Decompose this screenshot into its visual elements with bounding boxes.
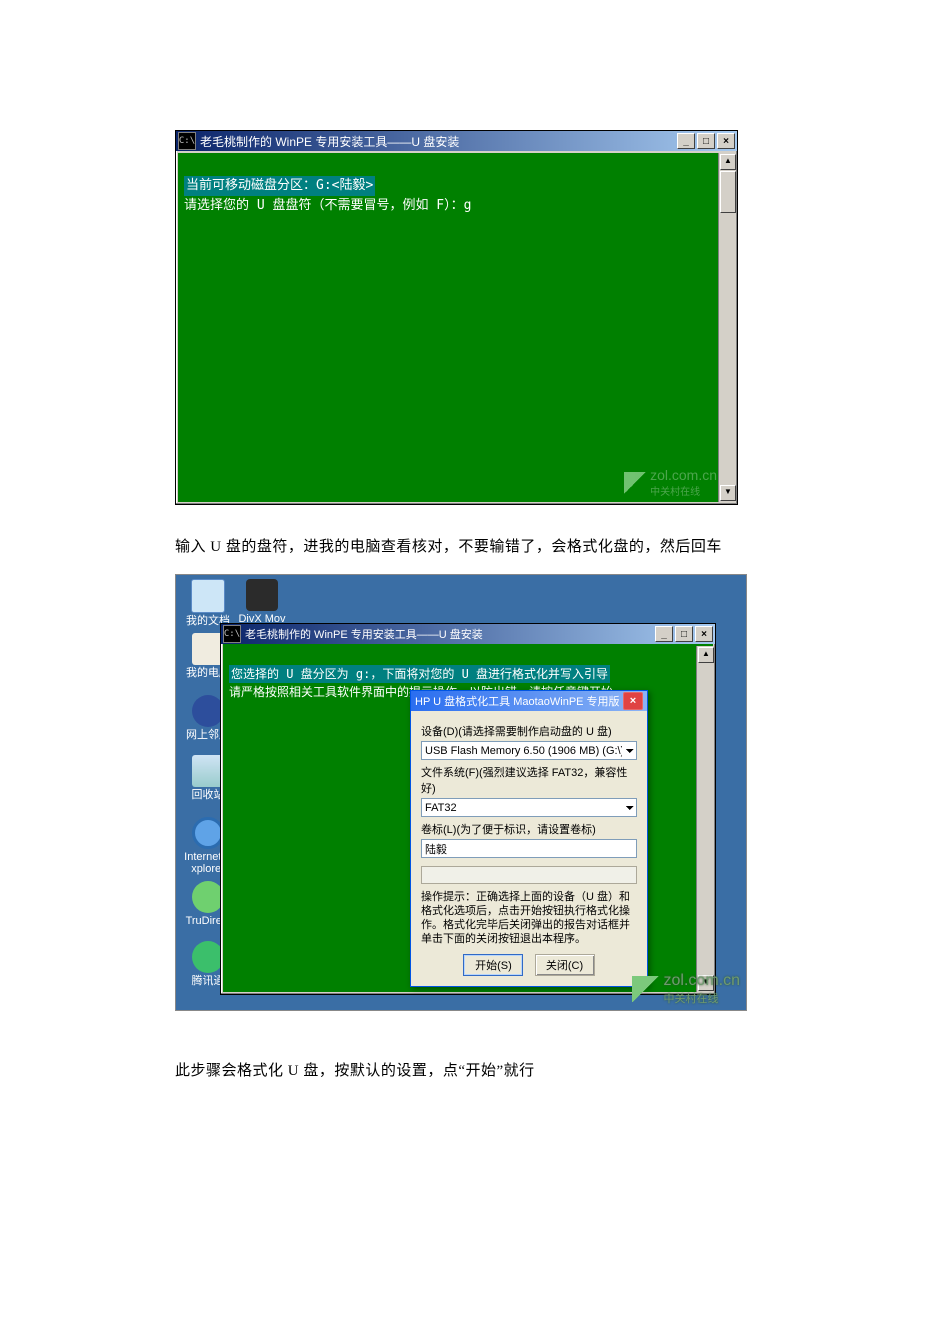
watermark-text: zol.com.cn	[650, 467, 717, 483]
watermark-subtext: 中关村在线	[664, 990, 740, 1006]
dialog-close-button[interactable]: ×	[623, 692, 643, 710]
folder-icon	[191, 579, 225, 613]
console-line: 请选择您的 U 盘盘符（不需要冒号，例如 F）：g	[184, 198, 471, 213]
maximize-button[interactable]: □	[697, 133, 715, 149]
console-output-1: 当前可移动磁盘分区：G:<陆毅> 请选择您的 U 盘盘符（不需要冒号，例如 F）…	[178, 153, 735, 502]
dialog-titlebar[interactable]: HP U 盘格式化工具 MaotaoWinPE 专用版 ×	[411, 691, 647, 711]
watermark-text: zol.com.cn	[664, 972, 740, 989]
format-dialog: HP U 盘格式化工具 MaotaoWinPE 专用版 × 设备(D)(请选择需…	[410, 690, 648, 987]
caption-1: 输入 U 盘的盘符，进我的电脑查看核对，不要输错了，会格式化盘的，然后回车	[175, 535, 770, 556]
window-title-1: 老毛桃制作的 WinPE 专用安装工具——U 盘安装	[200, 133, 675, 150]
maximize-button[interactable]: □	[675, 626, 693, 642]
volume-label-label: 卷标(L)(为了便于标识，请设置卷标)	[421, 821, 637, 837]
cmd-icon: C:\	[223, 625, 241, 643]
close-button[interactable]: ×	[717, 133, 735, 149]
zol-logo-icon	[624, 472, 646, 494]
volume-label-input[interactable]	[421, 839, 637, 858]
minimize-button[interactable]: _	[655, 626, 673, 642]
watermark-2: zol.com.cn 中关村在线	[632, 972, 740, 1006]
console-line-highlight: 当前可移动磁盘分区：G:<陆毅>	[184, 176, 375, 196]
divx-icon	[246, 579, 278, 611]
progress-bar	[421, 866, 637, 884]
close-button[interactable]: 关闭(C)	[535, 954, 595, 976]
scroll-up-button[interactable]: ▲	[698, 647, 714, 663]
scroll-down-button[interactable]: ▼	[720, 485, 736, 501]
scroll-up-button[interactable]: ▲	[720, 154, 736, 170]
dialog-title: HP U 盘格式化工具 MaotaoWinPE 专用版	[415, 693, 623, 709]
filesystem-select[interactable]: FAT32	[421, 798, 637, 817]
console-window-1: C:\ 老毛桃制作的 WinPE 专用安装工具——U 盘安装 _ □ × 当前可…	[175, 130, 738, 505]
close-button[interactable]: ×	[695, 626, 713, 642]
filesystem-label: 文件系统(F)(强烈建议选择 FAT32，兼容性好)	[421, 764, 637, 796]
dialog-note: 操作提示：正确选择上面的设备（U 盘）和格式化选项后，点击开始按钮执行格式化操作…	[421, 890, 637, 946]
desktop-screenshot: 我的文档 DivX Movies 我的电脑 网上邻居 回收站 Internet …	[175, 574, 747, 1011]
minimize-button[interactable]: _	[677, 133, 695, 149]
device-select[interactable]: USB Flash Memory 6.50 (1906 MB) (G:\)	[421, 741, 637, 760]
scrollbar-1[interactable]: ▲ ▼	[718, 153, 735, 502]
scroll-thumb[interactable]	[720, 171, 736, 213]
device-label: 设备(D)(请选择需要制作启动盘的 U 盘)	[421, 723, 637, 739]
caption-2: 此步骤会格式化 U 盘，按默认的设置，点“开始”就行	[175, 1059, 770, 1080]
cmd-icon: C:\	[178, 132, 196, 150]
titlebar-2[interactable]: C:\ 老毛桃制作的 WinPE 专用安装工具——U 盘安装 _ □ ×	[221, 624, 715, 644]
scrollbar-2[interactable]: ▲ ▼	[696, 646, 713, 992]
watermark-subtext: 中关村在线	[650, 483, 717, 498]
titlebar-1[interactable]: C:\ 老毛桃制作的 WinPE 专用安装工具——U 盘安装 _ □ ×	[176, 131, 737, 151]
start-button[interactable]: 开始(S)	[463, 954, 523, 976]
zol-logo-icon	[632, 976, 660, 1002]
window-title-2: 老毛桃制作的 WinPE 专用安装工具——U 盘安装	[245, 626, 653, 642]
console-line-highlight: 您选择的 U 盘分区为 g:，下面将对您的 U 盘进行格式化并写入引导	[229, 665, 610, 683]
watermark-1: zol.com.cn 中关村在线	[624, 467, 717, 498]
desktop-icon-my-documents[interactable]: 我的文档	[184, 579, 232, 627]
